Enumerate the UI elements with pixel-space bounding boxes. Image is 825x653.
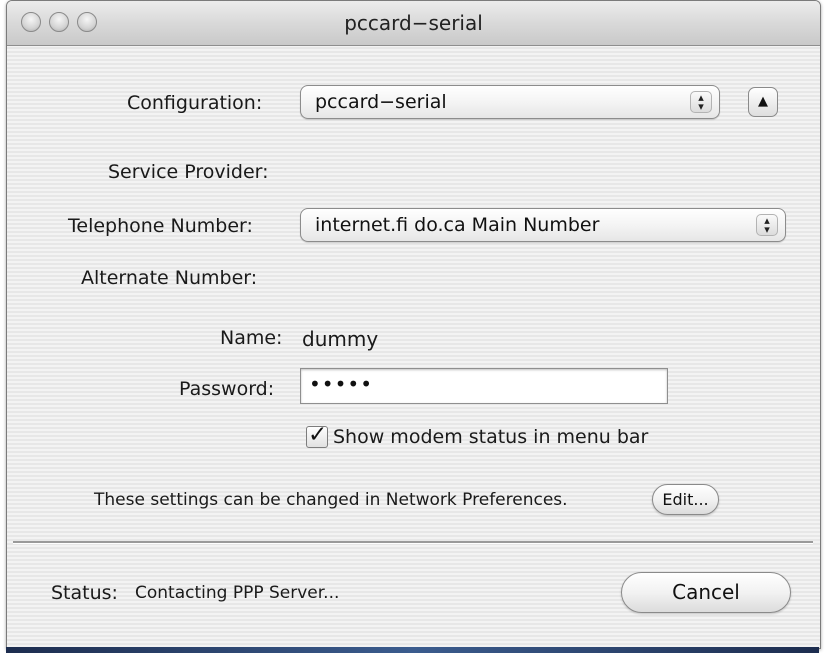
alternate-number-label: Alternate Number:: [81, 267, 258, 289]
telephone-number-label: Telephone Number:: [68, 215, 253, 237]
name-label: Name:: [220, 327, 283, 349]
up-down-arrows-icon: ▴ ▾: [756, 214, 778, 236]
name-value: dummy: [302, 327, 379, 351]
configuration-label: Configuration:: [127, 92, 263, 114]
edit-button[interactable]: Edit...: [652, 484, 719, 515]
configuration-popup[interactable]: pccard−serial ▴ ▾: [300, 85, 720, 119]
configuration-value: pccard−serial: [315, 91, 447, 113]
telephone-number-value: internet.fi do.ca Main Number: [315, 214, 600, 236]
network-preferences-note: These settings can be changed in Network…: [94, 490, 568, 510]
cancel-button[interactable]: Cancel: [621, 572, 791, 613]
collapse-button[interactable]: ▲: [748, 87, 778, 117]
password-label: Password:: [179, 378, 275, 400]
dialog-window: pccard−serial Configuration: pccard−seri…: [6, 0, 821, 649]
status-text: Contacting PPP Server...: [135, 583, 340, 603]
up-down-arrows-icon: ▴ ▾: [690, 91, 712, 113]
telephone-number-popup[interactable]: internet.fi do.ca Main Number ▴ ▾: [300, 208, 786, 242]
password-value: •••••: [309, 372, 373, 396]
show-modem-status-label[interactable]: Show modem status in menu bar: [333, 426, 648, 448]
show-modem-status-checkbox[interactable]: ✓: [306, 422, 328, 448]
password-field[interactable]: •••••: [300, 368, 668, 404]
status-prefix: Status:: [51, 582, 118, 604]
title-bar[interactable]: pccard−serial: [7, 1, 820, 46]
separator: [13, 541, 813, 544]
triangle-up-icon: ▲: [758, 94, 768, 109]
checkmark-icon: ✓: [308, 422, 328, 448]
window-title: pccard−serial: [344, 11, 483, 35]
desktop-strip: [6, 647, 819, 653]
service-provider-label: Service Provider:: [108, 161, 269, 183]
